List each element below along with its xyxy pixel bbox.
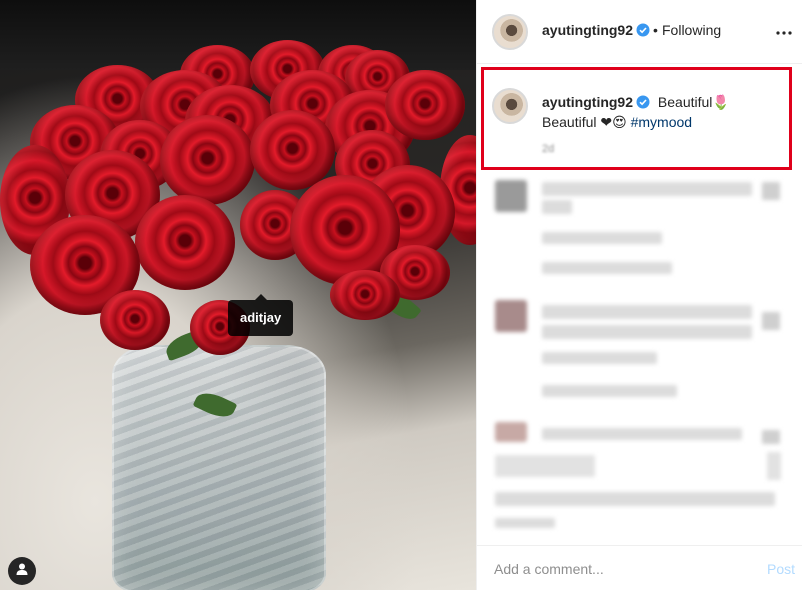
post-side-panel: ayutingting92 • Following ayutingting92 …: [476, 0, 802, 590]
caption-username-text[interactable]: ayutingting92: [542, 94, 633, 110]
more-options-button[interactable]: [773, 20, 795, 42]
post-photo[interactable]: aditjay: [0, 0, 476, 590]
redacted-comment-line: [767, 452, 781, 480]
redacted-comment-line: [542, 325, 752, 339]
rose: [330, 270, 400, 320]
post-header: ayutingting92 • Following: [477, 0, 802, 64]
rose: [100, 290, 170, 350]
rose: [250, 110, 335, 190]
add-comment-bar: Post: [477, 545, 802, 590]
redacted-comment-line: [542, 232, 662, 244]
caption-author-avatar[interactable]: [492, 88, 528, 124]
user-icon: [15, 562, 29, 581]
comment-input[interactable]: [492, 558, 746, 580]
following-button[interactable]: Following: [662, 22, 721, 38]
redacted-comment-line: [542, 200, 572, 214]
redacted-comment-line: [542, 262, 672, 274]
redacted-comment-line: [542, 305, 752, 319]
user-tag-label[interactable]: aditjay: [228, 294, 294, 336]
verified-badge-icon: [636, 95, 650, 113]
instagram-post-modal: aditjay ayutingting92 • Following ayutin…: [0, 0, 802, 590]
more-horizontal-icon: [776, 22, 792, 40]
rose: [160, 115, 255, 205]
redacted-comment-line: [542, 182, 752, 196]
commenter-avatar[interactable]: [495, 180, 527, 212]
commenter-avatar[interactable]: [495, 422, 527, 442]
post-caption: ayutingting92 Beautiful🌷Beautiful ❤😍 #my…: [542, 93, 782, 131]
redacted-comment-line: [495, 492, 775, 506]
redacted-comment-line: [542, 428, 742, 440]
author-username[interactable]: ayutingting92: [542, 22, 650, 40]
glass-vase: [112, 345, 326, 590]
like-comment-icon[interactable]: [762, 430, 780, 444]
caption-username[interactable]: ayutingting92: [542, 94, 650, 110]
rose: [135, 195, 235, 290]
redacted-comment-line: [495, 518, 555, 528]
hashtag-link[interactable]: #mymood: [631, 114, 692, 130]
redacted-comment-line: [542, 385, 677, 397]
commenter-avatar[interactable]: [495, 300, 527, 332]
post-comment-button[interactable]: Post: [767, 561, 795, 577]
rose: [385, 70, 465, 140]
like-comment-icon[interactable]: [762, 182, 780, 200]
caption-timestamp[interactable]: 2d: [542, 143, 554, 155]
show-tags-button[interactable]: [8, 557, 36, 585]
author-username-text[interactable]: ayutingting92: [542, 22, 633, 38]
redacted-comment-line: [495, 455, 595, 477]
verified-badge-icon: [636, 23, 650, 40]
author-avatar[interactable]: [492, 14, 528, 50]
redacted-comment-line: [542, 352, 657, 364]
header-separator: •: [653, 22, 658, 38]
like-comment-icon[interactable]: [762, 312, 780, 330]
